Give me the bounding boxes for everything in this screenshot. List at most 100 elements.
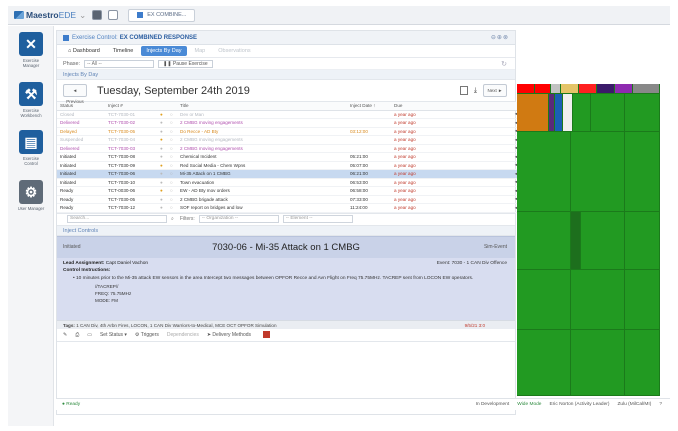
tab-dashboard[interactable]: ⌂ Dashboard [63,46,105,56]
inject-title: 7030-06 - Mi-35 Attack on 1 CMBG [212,241,360,253]
table-row[interactable]: Initiated TCT-7030-09 ● ○ Red Social Media -… [57,161,517,170]
send-icon[interactable]: ◂ [443,195,517,204]
send-icon[interactable]: ◂ [443,178,517,187]
priority-icon[interactable]: ● [157,152,167,162]
chevron-down-icon[interactable]: ⌄ [79,10,86,21]
priority-icon[interactable]: ● [157,169,167,179]
map-panel[interactable] [517,84,660,396]
map-tile [517,212,571,270]
flag-icon[interactable]: ○ [167,135,177,145]
priority-icon[interactable]: ● [157,195,167,204]
table-row[interactable]: Initiated TCT-7030-10 ● ○ Town evacuation 06:… [57,178,517,187]
tacrep-line: MODE: FM [95,297,118,303]
table-row[interactable]: Ready TCT-0030-06 ● ○ EW - AD Bty mov orders… [57,186,517,196]
flag-icon[interactable]: ○ [167,186,177,196]
edit-icon[interactable]: ✎ [63,332,67,338]
flag-icon[interactable]: ○ [167,127,177,136]
refresh-icon[interactable]: ↻ [501,60,507,68]
priority-icon[interactable]: ● [157,203,167,213]
row-due: a year ago [391,152,443,162]
set-status-button[interactable]: Set Status ▾ [100,332,127,338]
instructions-label: Control Instructions: [63,267,111,273]
flag-icon[interactable]: ○ [167,161,177,170]
table-row[interactable]: Delayed TCT-7030-05 ● ○ Do Recce - AD Bty 03:… [57,127,517,136]
flag-icon[interactable]: ○ [167,152,177,162]
table-row[interactable]: Initiated TCT-7030-08 ● ○ Chemical Incident 0… [57,152,517,162]
nav-exercise-manager[interactable]: ✕ Exercise Manager [16,32,46,68]
row-status: Initiated [57,169,105,179]
send-icon[interactable]: ◂ [443,118,517,128]
send-icon[interactable]: ◂ [443,186,517,196]
table-row[interactable]: Suspended TCT-7030-04 ● ○ 2 CMBG moving enga… [57,135,517,145]
pause-exercise-button[interactable]: ❚❚ Pause Exercise [158,59,213,68]
column-header[interactable]: Due [391,102,443,111]
dependencies-button[interactable]: Dependencies [167,332,199,338]
send-icon[interactable]: ◂ [443,127,517,136]
send-icon[interactable]: ◂ [443,135,517,145]
send-icon[interactable]: ◂ [443,144,517,153]
priority-icon[interactable]: ● [157,110,167,119]
print-icon[interactable]: ⎙ [75,332,79,338]
triggers-button[interactable]: ⚙ Triggers [135,332,159,338]
tab-injects-by-day[interactable]: Injects By Day [141,46,187,56]
column-header[interactable]: Title [177,102,347,111]
table-row[interactable]: Ready TCT-7030-05 ● ○ 2 CMBG brigade attack 0… [57,195,517,204]
element-filter[interactable]: -- Element -- [282,215,353,223]
nav-exercise-workbench[interactable]: ⚒ Exercise Workbench [16,82,46,118]
map-tile [581,212,625,270]
wide-mode-toggle[interactable]: Wide Mode [517,402,541,407]
window-icon[interactable] [108,10,119,20]
delivery-methods-button[interactable]: ➤ Delivery Methods [207,332,251,338]
tab-timeline[interactable]: Timeline [108,46,139,56]
flag-icon[interactable]: ○ [167,144,177,153]
tab-observations[interactable]: Observations [213,46,255,56]
app-logo[interactable]: Maestro EDE ⌄ [14,10,86,21]
priority-icon[interactable]: ● [157,186,167,196]
priority-icon[interactable]: ● [157,118,167,128]
table-row[interactable]: Closed TCT-7030-01 ● ○ Dev or Man a year ago ◂ [57,110,517,119]
next-day-button[interactable]: Next ► [483,84,507,97]
table-row[interactable]: Ready TCT-7030-12 ● ○ SOF report on bridges … [57,203,517,213]
user-menu[interactable]: Eric Norton (Activity Leader) [549,402,609,407]
flag-icon[interactable]: ○ [167,110,177,119]
zone-select[interactable]: Zulu (MilCal/MI) [617,402,651,407]
previous-day-button[interactable]: ◄ Previous [63,84,87,104]
pdf-icon[interactable] [263,331,271,338]
phase-select[interactable]: -- All -- [84,59,155,68]
send-icon[interactable]: ◂ [443,203,517,213]
send-icon[interactable]: ◂ [443,110,517,119]
tab-map[interactable]: Map [190,46,211,56]
flag-icon[interactable]: ○ [167,169,177,179]
table-row[interactable]: Delivered TCT-7030-02 ● ○ 2 CMBG moving enga… [57,118,517,128]
help-icon[interactable]: ? [659,402,662,407]
dashboard-icon[interactable] [92,10,103,20]
nav-user-manager[interactable]: ⚙ User Manager [16,180,46,211]
row-status: Delivered [57,118,105,128]
column-header[interactable]: Inject # [105,102,157,111]
folder-icon[interactable]: ▭ [87,332,92,338]
flag-icon[interactable]: ○ [167,203,177,213]
send-icon[interactable]: ◂ [443,152,517,162]
flag-icon[interactable]: ○ [167,118,177,128]
priority-icon[interactable]: ● [157,135,167,145]
priority-icon[interactable]: ● [157,178,167,187]
download-icon[interactable]: ⤓ [474,87,477,95]
organization-filter[interactable]: -- Organization -- [198,215,279,223]
flag-icon[interactable]: ○ [167,195,177,204]
window-controls-icon[interactable]: ⊖⊕⊗ [491,34,509,41]
priority-icon[interactable]: ● [157,161,167,170]
table-row[interactable]: Initiated TCT-7030-06 ● ○ Mi-35 Attack on 1 … [57,169,517,179]
search-input[interactable]: Search... [67,215,167,223]
send-icon[interactable]: ◂ [443,169,517,179]
send-icon[interactable]: ◂ [443,161,517,170]
column-header[interactable]: Inject Date ↑ [347,102,391,111]
tab-label: Injects By Day [146,48,182,54]
exercise-tab[interactable]: EX COMBINE... [128,8,196,22]
calendar-icon[interactable] [459,86,468,95]
row-inject-date [347,118,391,128]
priority-icon[interactable]: ● [157,127,167,136]
priority-icon[interactable]: ● [157,144,167,153]
table-row[interactable]: Delivered TCT-7030-03 ● ○ 2 CMBG moving enga… [57,144,517,153]
nav-exercise-control[interactable]: ▤ Exercise Control [16,130,46,166]
flag-icon[interactable]: ○ [167,178,177,187]
